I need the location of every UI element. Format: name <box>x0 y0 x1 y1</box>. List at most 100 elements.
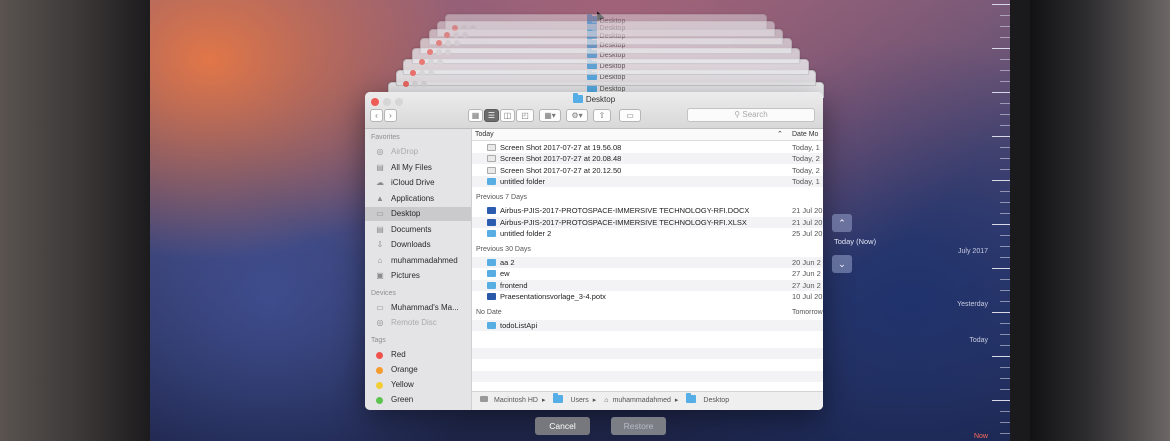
hard-drive-icon <box>480 396 488 402</box>
stacked-window[interactable]: Desktop <box>445 14 767 31</box>
time-machine-down-button[interactable]: ⌄ <box>832 255 852 273</box>
timeline-label[interactable]: July 2017 <box>958 248 988 255</box>
timeline-tick <box>1000 334 1010 335</box>
tags-header: Tags <box>371 337 386 344</box>
timeline-tick <box>1000 433 1010 434</box>
file-name: Screen Shot 2017-07-27 at 19.56.08 <box>500 143 622 152</box>
file-icon <box>487 155 496 163</box>
timeline-label[interactable]: Now <box>974 433 988 440</box>
sidebar-tag-item[interactable]: Green <box>365 393 471 407</box>
file-row[interactable]: Screen Shot 2017-07-27 at 20.08.48 Today,… <box>472 153 823 165</box>
search-placeholder: Search <box>742 110 768 119</box>
timeline-label[interactable]: Today <box>969 337 988 344</box>
sidebar-item-desktop[interactable]: ▭ Desktop <box>365 207 471 221</box>
sidebar-tag-item[interactable]: Yellow <box>365 378 471 392</box>
path-bar: Macintosh HD ▸ Users ▸ ⌂ muhammadahmed ▸ Deskto… <box>472 391 823 410</box>
path-segment[interactable]: Macintosh HD <box>476 396 538 404</box>
file-row[interactable]: Screen Shot 2017-07-27 at 19.56.08 Today,… <box>472 142 823 153</box>
file-row[interactable]: Airbus-PJIS-2017-PROTOSPACE-IMMERSIVE TE… <box>472 205 823 216</box>
monitor-bezel-left <box>0 0 150 441</box>
file-row[interactable]: Airbus-PJIS-2017-PROTOSPACE-IMMERSIVE TE… <box>472 216 823 228</box>
restore-button[interactable]: Restore <box>611 417 666 435</box>
timeline-tick <box>1000 301 1010 302</box>
sidebar-tag-item[interactable]: Orange <box>365 363 471 377</box>
tag-button[interactable]: ▭ <box>619 109 641 122</box>
file-row[interactable]: Screen Shot 2017-07-27 at 20.12.50 Today,… <box>472 165 823 176</box>
sidebar-item-downloads[interactable]: ⇩ Downloads <box>365 238 471 252</box>
tag-color-dot <box>376 382 383 389</box>
file-row[interactable]: frontend 27 Jun 2 <box>472 279 823 291</box>
file-row[interactable]: aa 2 20 Jun 2 <box>472 257 823 269</box>
timeline-label[interactable]: Yesterday <box>957 301 988 308</box>
date-column-header[interactable]: Date Mo <box>792 129 818 140</box>
stacked-window-title-text: Desktop <box>599 18 626 25</box>
monitor-bezel-right <box>1030 0 1170 441</box>
tag-icon: ▭ <box>626 111 634 120</box>
sidebar-item-label: Muhammad's Ma... <box>391 303 459 312</box>
group-header-label: No Date <box>476 309 502 317</box>
tag-color-dot <box>376 352 383 359</box>
back-button[interactable]: ‹ <box>370 109 383 122</box>
file-name: ew <box>500 269 510 279</box>
path-segment-label: Users <box>570 397 589 404</box>
cover-flow-button[interactable]: ◰ <box>516 109 534 122</box>
sidebar-item-icloud-drive[interactable]: ☁ iCloud Drive <box>365 176 471 190</box>
favorites-header: Favorites <box>371 134 400 141</box>
time-machine-up-button[interactable]: ⌃ <box>832 214 852 232</box>
sidebar-device-item[interactable]: ◎ Remote Disc <box>365 316 471 330</box>
file-name: Airbus-PJIS-2017-PROTOSPACE-IMMERSIVE TE… <box>500 206 750 216</box>
timeline-tick <box>1000 26 1010 27</box>
share-button[interactable]: ⇧ <box>593 109 611 122</box>
time-machine-screen: Desktop Desktop Desktop Desktop Desktop Deskt… <box>150 0 1010 441</box>
timeline-tick <box>992 268 1010 269</box>
path-segment[interactable]: ⌂ muhammadahmed <box>600 397 671 404</box>
timeline-tick <box>992 180 1010 181</box>
sidebar-device-item[interactable]: ▭ Muhammad's Ma... <box>365 301 471 315</box>
file-name: todoListApi <box>500 321 538 331</box>
timeline-tick <box>1000 158 1010 159</box>
stacked-window-title: Desktop <box>446 14 766 28</box>
timeline-tick <box>1000 125 1010 126</box>
icon-view-button[interactable]: ▦ <box>468 109 483 122</box>
file-row[interactable]: ew 27 Jun 2 <box>472 268 823 279</box>
sidebar-tag-item[interactable]: Red <box>365 348 471 362</box>
file-name: aa 2 <box>500 258 515 268</box>
sidebar-item-icon: ⇩ <box>376 240 384 249</box>
file-icon <box>487 144 496 151</box>
arrange-button[interactable]: ▦▾ <box>539 109 561 122</box>
sidebar-item-label: Applications <box>391 193 435 203</box>
search-field[interactable]: ⚲ Search <box>687 108 815 122</box>
sidebar-item-all-my-files[interactable]: ▤ All My Files <box>365 161 471 175</box>
file-row[interactable]: untitled folder Today, 1 <box>472 175 823 187</box>
column-view-button[interactable]: ◫ <box>500 109 515 122</box>
path-segment[interactable]: Users <box>549 393 589 404</box>
sidebar-item-airdrop[interactable]: ◎ AirDrop <box>365 145 471 159</box>
sidebar-item-documents[interactable]: ▤ Documents <box>365 223 471 237</box>
folder-icon <box>487 322 496 330</box>
forward-button[interactable]: › <box>384 109 397 122</box>
file-name: untitled folder 2 <box>500 228 552 238</box>
sidebar-item-muhammadahmed[interactable]: ⌂ muhammadahmed <box>365 254 471 268</box>
cancel-button[interactable]: Cancel <box>535 417 590 435</box>
sidebar-item-icon: ◎ <box>376 147 384 156</box>
file-icon <box>487 207 496 215</box>
file-row[interactable]: Praesentationsvorlage_3-4.potx 10 Jul 20 <box>472 291 823 302</box>
sidebar-item-applications[interactable]: ▲ Applications <box>365 192 471 206</box>
sidebar-item-pictures[interactable]: ▣ Pictures <box>365 269 471 283</box>
timeline-tick <box>1000 114 1010 115</box>
timeline-tick <box>1000 422 1010 423</box>
timeline-tick <box>1000 257 1010 258</box>
list-view-button[interactable]: ☰ <box>484 109 499 122</box>
file-row[interactable]: todoListApi <box>472 320 823 332</box>
time-machine-timeline[interactable]: July 2017 Yesterday Today Now <box>957 0 1010 441</box>
timeline-tick <box>1000 147 1010 148</box>
file-name: Praesentationsvorlage_3-4.potx <box>500 292 606 301</box>
action-gear-button[interactable]: ⚙▾ <box>566 109 588 122</box>
file-date: 21 Jul 20 <box>792 206 823 216</box>
path-segment[interactable]: Desktop <box>682 393 729 404</box>
file-row[interactable]: untitled folder 2 25 Jul 20 <box>472 228 823 239</box>
file-date: 27 Jun 2 <box>792 269 821 279</box>
file-date: Today, 1 <box>792 176 820 186</box>
file-icon <box>487 293 496 300</box>
name-column-header[interactable]: Today <box>475 129 494 140</box>
